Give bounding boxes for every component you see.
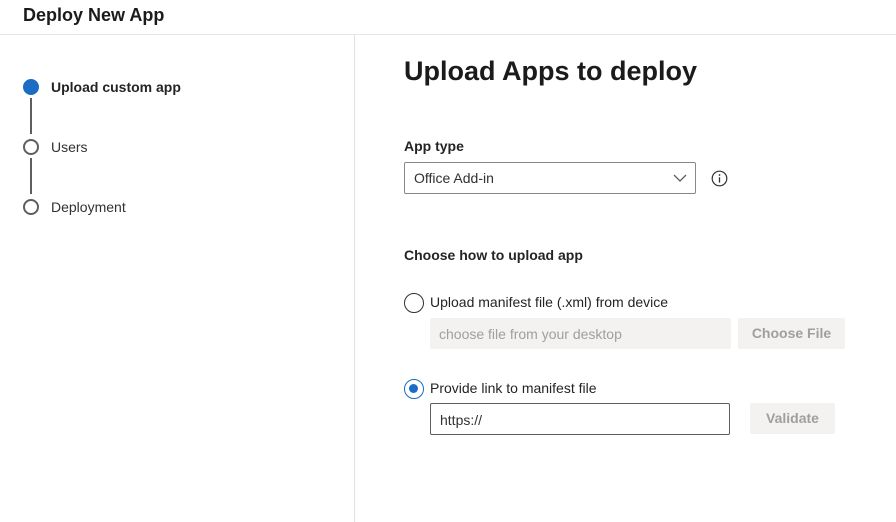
step-indicator	[23, 199, 39, 215]
page-header-title: Deploy New App	[23, 5, 165, 25]
app-type-dropdown[interactable]: Office Add-in	[404, 162, 696, 194]
provide-link-label: Provide link to manifest file	[430, 380, 597, 396]
step-connector	[30, 158, 32, 194]
wizard-steps-panel	[0, 35, 355, 522]
app-type-selected-value: Office Add-in	[414, 170, 494, 186]
upload-manifest-label: Upload manifest file (.xml) from device	[430, 294, 669, 310]
app-header: Deploy New App	[0, 0, 896, 35]
upload-manifest-radio[interactable]	[404, 293, 424, 313]
step-indicator-active	[23, 79, 39, 95]
step-label: Deployment	[51, 199, 126, 215]
info-icon[interactable]	[711, 170, 728, 187]
validate-button[interactable]: Validate	[750, 403, 835, 434]
app-type-label: App type	[404, 138, 464, 154]
choose-file-button[interactable]: Choose File	[738, 318, 845, 349]
step-connector	[30, 98, 32, 134]
chevron-down-icon	[673, 174, 687, 182]
manifest-link-value: https://	[440, 412, 483, 428]
step-label: Users	[51, 139, 88, 155]
provide-link-radio[interactable]	[404, 379, 424, 399]
page-title: Upload Apps to deploy	[404, 56, 697, 86]
step-label: Upload custom app	[51, 79, 181, 95]
upload-method-label: Choose how to upload app	[404, 247, 583, 263]
step-indicator	[23, 139, 39, 155]
manifest-file-placeholder: choose file from your desktop	[439, 326, 622, 342]
manifest-link-input[interactable]: https://	[430, 403, 730, 435]
manifest-file-input[interactable]: choose file from your desktop	[430, 318, 731, 349]
